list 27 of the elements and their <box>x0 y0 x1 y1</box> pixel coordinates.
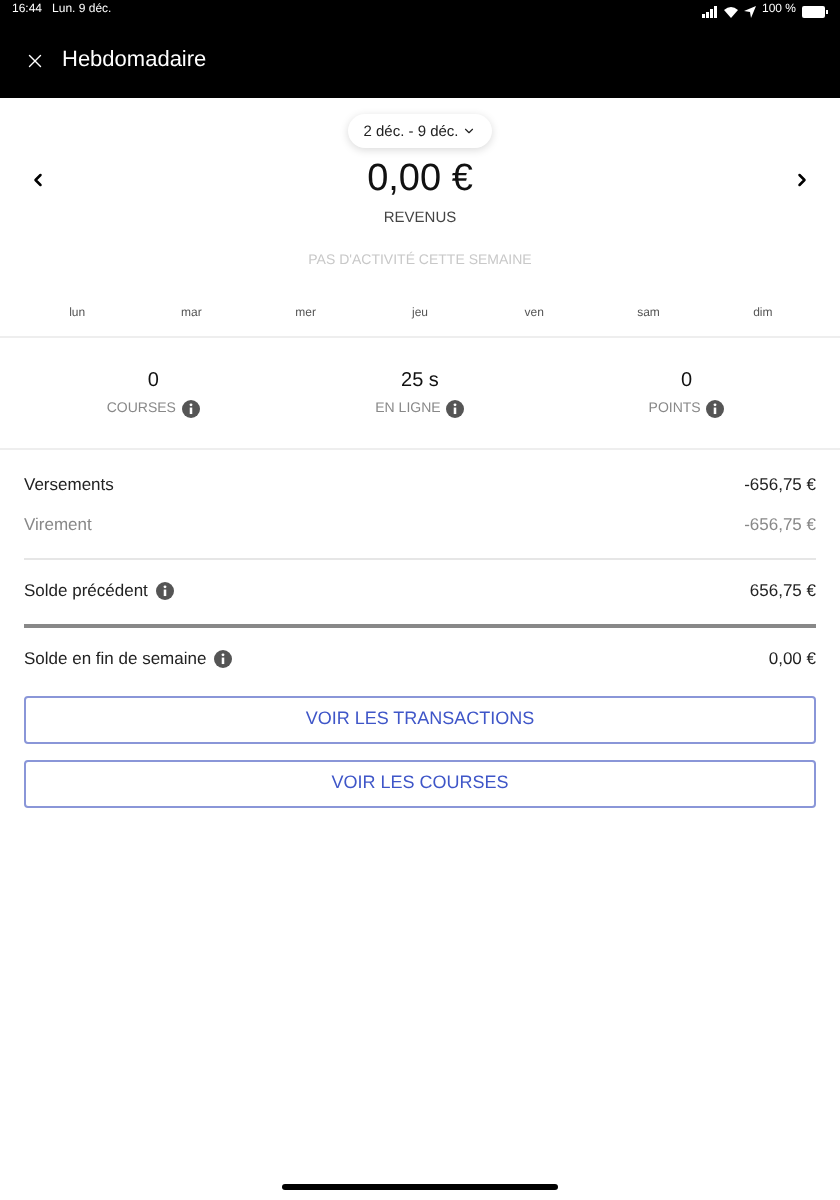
info-icon[interactable] <box>706 400 725 419</box>
previous-icon[interactable] <box>28 169 48 189</box>
earnings-amount: 0,00 € <box>367 160 473 198</box>
caret-icon <box>462 124 477 138</box>
header-title: Hebdomadaire <box>62 45 207 76</box>
info-icon[interactable] <box>446 400 465 419</box>
info-icon[interactable] <box>155 582 174 601</box>
row-label: Solde en fin de semaine <box>24 646 207 673</box>
location-icon <box>743 5 756 17</box>
battery-icon <box>802 5 828 17</box>
stat-value: 0 <box>147 367 159 395</box>
close-icon[interactable] <box>24 49 46 71</box>
row-amount: 656,75 € <box>749 578 816 605</box>
outline-button[interactable]: VOIR LES COURSES <box>24 759 816 808</box>
row-amount: 0,00 € <box>768 646 816 673</box>
outline-button[interactable]: VOIR LES TRANSACTIONS <box>24 695 816 744</box>
wifi-icon <box>723 5 738 17</box>
row-label: Virement <box>24 512 92 539</box>
info-icon[interactable] <box>214 650 233 669</box>
info-icon[interactable] <box>181 400 200 419</box>
row-label: Solde précédent <box>24 578 148 605</box>
signal-icon <box>701 5 718 17</box>
row-amount: -656,75 € <box>744 472 816 499</box>
stat-value: 25 s <box>401 367 439 395</box>
row-amount: -656,75 € <box>744 512 816 539</box>
stat-value: 0 <box>681 367 693 395</box>
row-label: Versements <box>24 472 114 499</box>
